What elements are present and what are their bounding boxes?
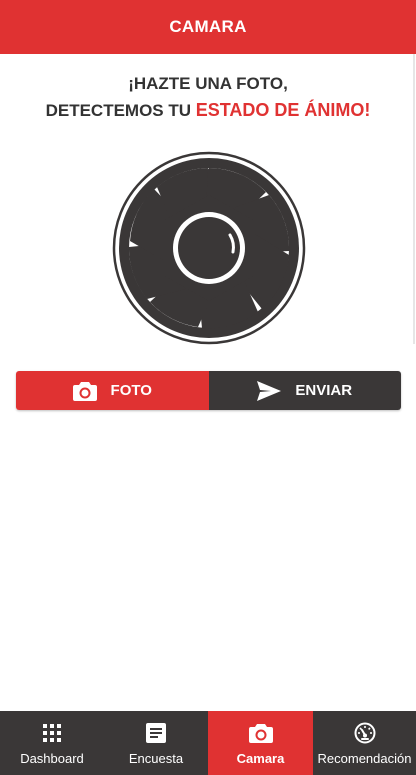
- camera-shutter-icon: [112, 151, 306, 345]
- page-title: CAMARA: [169, 17, 247, 36]
- document-icon: [146, 721, 166, 745]
- nav-label-camara: Camara: [236, 751, 285, 766]
- bottom-navigation: Dashboard Encuesta Camara Recomendación: [0, 711, 416, 775]
- send-label: ENVIAR: [295, 382, 353, 399]
- photo-prompt: ¡HAZTE UNA FOTO, DETECTEMOS TU ESTADO DE…: [0, 70, 416, 124]
- app-bar: CAMARA: [0, 0, 416, 54]
- prompt-line-2-text: DETECTEMOS TU: [45, 101, 196, 120]
- take-photo-label: FOTO: [110, 382, 152, 399]
- grid-icon: [43, 721, 61, 745]
- nav-label-encuesta: Encuesta: [128, 751, 184, 766]
- nav-item-camara[interactable]: Camara: [208, 711, 313, 775]
- send-button[interactable]: ENVIAR: [208, 371, 401, 410]
- prompt-line-2: DETECTEMOS TU ESTADO DE ÁNIMO!: [0, 97, 416, 124]
- nav-item-dashboard[interactable]: Dashboard: [0, 711, 104, 775]
- action-buttons: FOTO ENVIAR: [16, 371, 401, 410]
- nav-label-recomendacion: Recomendación: [317, 751, 412, 766]
- send-icon: [257, 380, 282, 401]
- nav-label-dashboard: Dashboard: [20, 751, 84, 766]
- camera-icon: [72, 381, 97, 401]
- take-photo-button[interactable]: FOTO: [16, 371, 209, 410]
- speedometer-icon: [354, 721, 376, 745]
- nav-item-encuesta[interactable]: Encuesta: [104, 711, 208, 775]
- camera-screen: CAMARA ¡HAZTE UNA FOTO, DETECTEMOS TU ES…: [0, 0, 416, 775]
- nav-item-recomendacion[interactable]: Recomendación: [313, 711, 416, 775]
- prompt-line-1: ¡HAZTE UNA FOTO,: [128, 74, 288, 93]
- camera-icon: [248, 721, 273, 745]
- prompt-accent-text: ESTADO DE ÁNIMO!: [195, 100, 371, 120]
